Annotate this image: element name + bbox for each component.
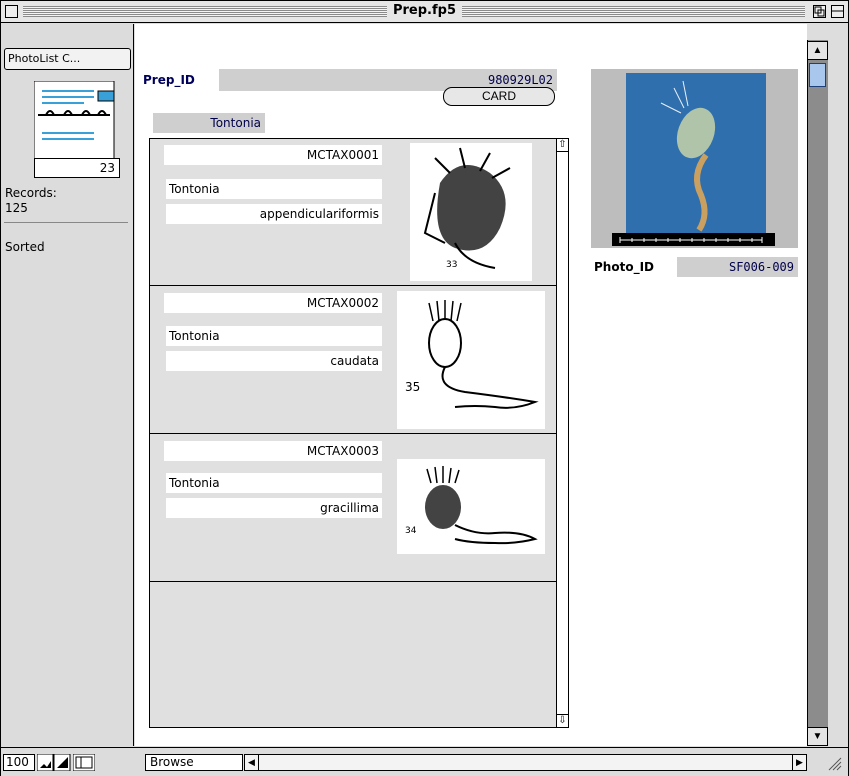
- portal: MCTAX0001 Tontonia appendiculariformis 3…: [149, 138, 569, 728]
- photo-id-label: Photo_ID: [594, 260, 654, 274]
- genus-field[interactable]: Tontonia: [153, 113, 265, 133]
- records-count: 125: [5, 201, 28, 215]
- taxon-drawing-image[interactable]: 35: [397, 291, 545, 429]
- taxon-drawing-image[interactable]: 34: [397, 459, 545, 554]
- record-number-field[interactable]: 23: [34, 158, 120, 178]
- portal-row[interactable]: MCTAX0002 Tontonia caudata 35: [150, 287, 558, 434]
- genus-name-field[interactable]: Tontonia: [166, 179, 382, 199]
- filemaker-window: Prep.fp5 PhotoList C... 23 Records: 125 …: [0, 0, 849, 776]
- scale-bar: [612, 233, 775, 246]
- specimen-photo[interactable]: [626, 73, 766, 233]
- records-label: Records:: [5, 186, 57, 200]
- collapse-box-icon[interactable]: [831, 5, 844, 18]
- resize-grip-icon[interactable]: [827, 756, 843, 772]
- figure-number: 35: [405, 380, 420, 394]
- scroll-right-arrow-icon[interactable]: ▶: [792, 755, 806, 770]
- mode-selector[interactable]: Browse: [145, 754, 243, 771]
- portal-row[interactable]: MCTAX0001 Tontonia appendiculariformis 3…: [150, 139, 558, 286]
- sort-status: Sorted: [5, 240, 45, 254]
- zoom-box-icon[interactable]: [813, 5, 826, 18]
- figure-number: 34: [405, 526, 417, 536]
- status-area-toggle-icon[interactable]: [73, 754, 95, 771]
- horizontal-scrollbar[interactable]: ◀ ▶: [244, 754, 807, 771]
- species-name-field[interactable]: caudata: [166, 351, 382, 371]
- scale-ticks: [619, 237, 763, 243]
- bottom-bar: 100 Browse ◀ ▶: [1, 747, 848, 776]
- prep-id-label: Prep_ID: [143, 73, 195, 87]
- zoom-level[interactable]: 100: [3, 754, 35, 771]
- scroll-up-arrow-icon[interactable]: ⇧: [557, 139, 568, 152]
- scroll-down-arrow-icon[interactable]: ⇩: [557, 714, 568, 727]
- zoom-controls[interactable]: [37, 754, 71, 771]
- scroll-up-arrow-icon[interactable]: ▲: [807, 41, 828, 60]
- taxon-code-field[interactable]: MCTAX0001: [164, 145, 382, 165]
- taxon-drawing-image[interactable]: 33: [410, 143, 532, 281]
- taxon-code-field[interactable]: MCTAX0003: [164, 441, 382, 461]
- figure-number: 33: [446, 260, 457, 270]
- portal-scrollbar[interactable]: ⇧ ⇩: [556, 139, 568, 727]
- layout-menu-button[interactable]: PhotoList C...: [4, 48, 131, 70]
- species-name-field[interactable]: appendiculariformis: [166, 204, 382, 224]
- scroll-down-arrow-icon[interactable]: ▼: [807, 727, 828, 746]
- taxon-code-field[interactable]: MCTAX0002: [164, 293, 382, 313]
- window-title: Prep.fp5: [1, 3, 848, 18]
- portal-row[interactable]: MCTAX0003 Tontonia gracillima 34: [150, 435, 558, 582]
- scroll-thumb[interactable]: [809, 63, 826, 87]
- status-area: PhotoList C... 23 Records: 125 Sorted: [1, 24, 134, 746]
- card-button[interactable]: CARD: [443, 87, 555, 106]
- window-vertical-scrollbar[interactable]: [807, 40, 828, 746]
- title-bar[interactable]: Prep.fp5: [1, 1, 848, 23]
- species-name-field[interactable]: gracillima: [166, 498, 382, 518]
- photo-id-field[interactable]: SF006-009: [677, 257, 798, 277]
- genus-name-field[interactable]: Tontonia: [166, 473, 382, 493]
- scroll-left-arrow-icon[interactable]: ◀: [245, 755, 259, 770]
- status-divider: [4, 222, 128, 223]
- genus-name-field[interactable]: Tontonia: [166, 326, 382, 346]
